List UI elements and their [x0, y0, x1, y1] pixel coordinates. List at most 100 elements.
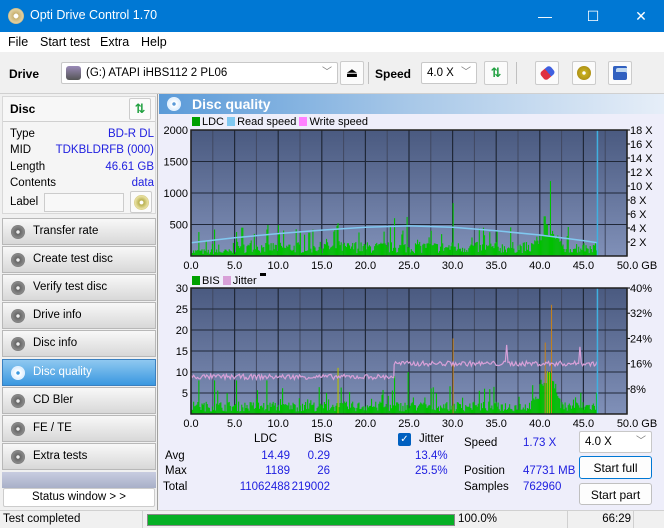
bar	[293, 245, 295, 256]
nav-disc-info[interactable]: Disc info	[2, 330, 156, 357]
test-speed-value: 4.0 X	[585, 436, 612, 448]
close-button[interactable]: ✕	[618, 0, 664, 32]
bar	[327, 242, 329, 256]
bar	[243, 244, 245, 256]
save-button[interactable]	[608, 61, 632, 85]
bar	[330, 408, 332, 414]
bar	[425, 404, 427, 414]
bar	[481, 244, 483, 256]
nav-spacer	[2, 472, 156, 488]
bar	[429, 405, 431, 414]
bar	[324, 244, 327, 256]
bar	[229, 405, 231, 414]
bar	[509, 248, 511, 256]
bar	[332, 245, 334, 256]
bar	[274, 244, 276, 256]
bar	[247, 408, 249, 414]
bar	[556, 393, 558, 414]
drive-select[interactable]: (G:) ATAPI iHBS112 2 PL06 ﹀	[61, 62, 338, 84]
nav-cd-bler[interactable]: CD Bler	[2, 387, 156, 414]
label-disc-button[interactable]	[130, 191, 152, 213]
bar	[235, 380, 238, 414]
nav-drive-info[interactable]: Drive info	[2, 302, 156, 329]
bar	[387, 242, 389, 256]
bar	[305, 250, 307, 256]
copy-discs-icon	[577, 66, 591, 80]
bar	[311, 405, 313, 414]
bar	[429, 243, 431, 256]
bar	[391, 250, 394, 256]
eject-button[interactable]: ⏏	[340, 61, 364, 85]
nav-verify-test-disc[interactable]: Verify test disc	[2, 274, 156, 301]
copy-button[interactable]	[572, 61, 596, 85]
nav-transfer-rate[interactable]: Transfer rate	[2, 218, 156, 245]
menu-start-test[interactable]: Start test	[40, 35, 90, 49]
bar	[507, 248, 509, 256]
max-jitter: 25.5%	[415, 465, 448, 477]
disc-refresh-button[interactable]: ⇅	[129, 98, 151, 120]
bar	[555, 238, 557, 256]
menu-file[interactable]: File	[8, 35, 28, 49]
menu-help[interactable]: Help	[141, 35, 167, 49]
x-tick-label: 10.0	[267, 418, 288, 430]
bar	[347, 243, 350, 256]
bar	[204, 250, 206, 256]
bar	[211, 243, 214, 256]
bar	[263, 247, 265, 256]
erase-button[interactable]	[535, 61, 559, 85]
bar	[321, 404, 323, 414]
y-tick-left: 30	[176, 283, 188, 295]
speed-select[interactable]: 4.0 X ﹀	[421, 62, 477, 84]
test-speed-select[interactable]: 4.0 X ﹀	[579, 431, 652, 453]
bar	[527, 244, 530, 256]
menu-extra[interactable]: Extra	[100, 35, 129, 49]
status-window-button[interactable]: Status window > >	[3, 488, 155, 507]
nav-create-test-disc[interactable]: Create test disc	[2, 246, 156, 273]
bar	[238, 245, 240, 256]
bar	[328, 245, 330, 256]
jitter-checkbox[interactable]: ✓	[398, 433, 411, 446]
bar	[581, 250, 583, 256]
bar	[486, 244, 488, 256]
nav-fe-te[interactable]: FE / TE	[2, 415, 156, 442]
bar	[358, 402, 360, 414]
bar	[480, 403, 482, 414]
bar	[476, 406, 478, 414]
bar	[271, 403, 273, 414]
y-tick-left: 5	[182, 388, 188, 400]
bar	[575, 397, 577, 414]
bar	[435, 243, 437, 256]
start-part-button[interactable]: Start part	[579, 483, 652, 505]
bar	[207, 249, 209, 256]
nav-extra-tests[interactable]: Extra tests	[2, 443, 156, 470]
bar	[332, 404, 334, 414]
bar	[559, 398, 561, 414]
bar	[335, 405, 337, 414]
nav-disc-quality[interactable]: Disc quality	[2, 359, 156, 386]
bar	[537, 240, 539, 256]
start-full-button[interactable]: Start full	[579, 456, 652, 479]
bar	[203, 249, 205, 256]
bar	[267, 404, 269, 414]
bar	[384, 406, 386, 414]
bar	[373, 406, 375, 414]
title-bar: Opti Drive Control 1.70 — ☐ ✕	[0, 0, 664, 32]
refresh-button[interactable]: ⇅	[484, 61, 508, 85]
bar	[241, 227, 243, 256]
bar	[412, 397, 414, 414]
bar	[288, 402, 290, 414]
bar	[338, 241, 340, 256]
bar	[585, 245, 587, 256]
bar	[247, 244, 249, 256]
bar	[561, 402, 563, 414]
nav-label: Extra tests	[33, 450, 88, 462]
minimize-button[interactable]: —	[522, 0, 568, 32]
bar	[410, 249, 412, 256]
transfer-rate-icon	[11, 225, 25, 239]
bar	[474, 405, 476, 414]
label-input[interactable]	[44, 193, 124, 212]
bar	[392, 247, 395, 256]
maximize-button[interactable]: ☐	[570, 0, 616, 32]
length-value: 46.61 GB	[105, 161, 154, 173]
type-value: BD-R DL	[107, 128, 154, 140]
